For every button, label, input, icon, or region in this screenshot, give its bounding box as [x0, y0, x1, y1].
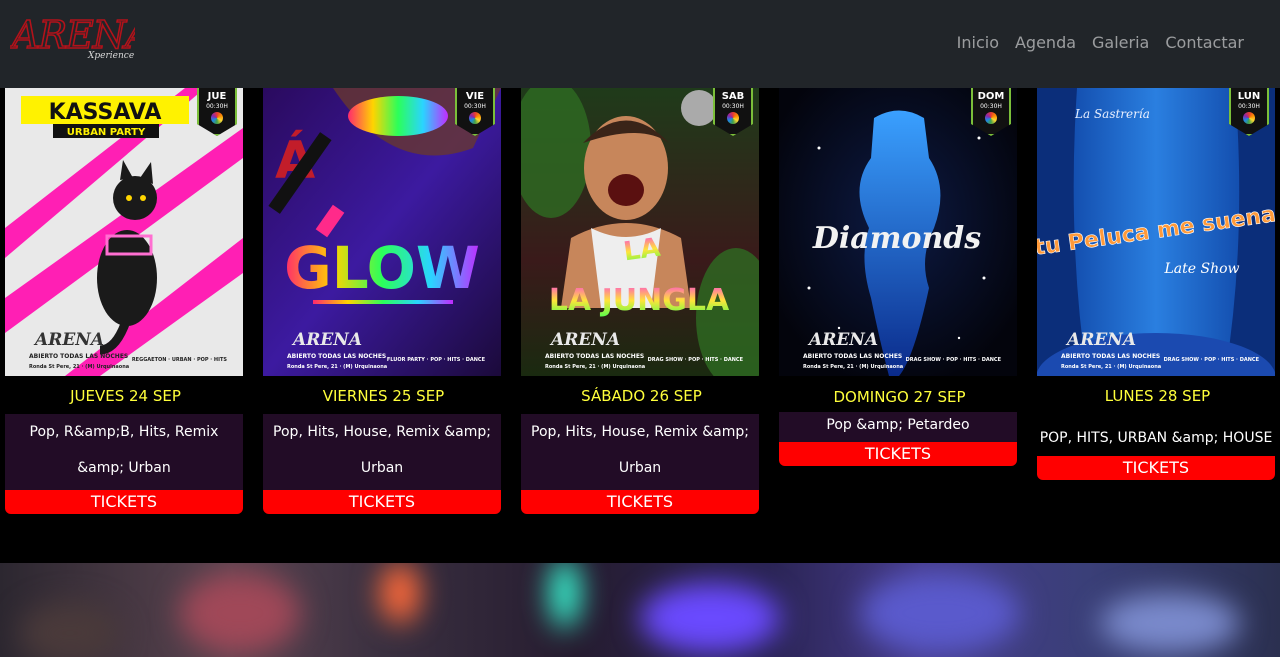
event-genres: Pop, R&amp;B, Hits, Remix &amp; Urban — [5, 414, 243, 490]
poster-title: LA JUNGLA — [549, 283, 730, 318]
day-badge-label: JUE — [207, 91, 227, 102]
poster-subtitle: URBAN PARTY — [67, 127, 146, 138]
tickets-button[interactable]: TICKETS — [5, 490, 243, 514]
event-poster[interactable]: Á GLOW VIE 00:30H ARENA ABIERTO TODAS LA… — [263, 88, 501, 376]
nav-agenda[interactable]: Agenda — [1015, 33, 1076, 53]
day-badge-hour: 00:30H — [464, 103, 486, 110]
poster-title: GLOW — [284, 234, 480, 302]
event-date: VIERNES 25 SEP — [266, 378, 501, 414]
poster-address: Ronda St Pere, 21 · (M) Urquinaona — [545, 364, 646, 370]
poster-tag: DRAG SHOW · POP · HITS · DANCE — [1163, 357, 1259, 363]
pride-icon — [985, 112, 997, 124]
poster-abierto: ABIERTO TODAS LAS NOCHES — [803, 353, 903, 360]
poster-abierto: ABIERTO TODAS LAS NOCHES — [287, 353, 387, 360]
day-badge-label: VIE — [465, 91, 485, 102]
tickets-button[interactable]: TICKETS — [263, 490, 501, 514]
main-nav: Inicio Agenda Galeria Contactar — [957, 33, 1244, 53]
event-date: LUNES 28 SEP — [1040, 378, 1275, 414]
top-navbar: ARENA Xperience Inicio Agenda Galeria Co… — [0, 0, 1280, 88]
poster-brand-top: La Sastrería — [1074, 107, 1150, 121]
day-badge-label: LUN — [1237, 91, 1261, 102]
event-genres: POP, HITS, URBAN &amp; HOUSE — [1037, 414, 1275, 456]
poster-title: Diamonds — [812, 221, 981, 256]
svg-text:LA: LA — [622, 233, 663, 268]
poster-address: Ronda St Pere, 21 · (M) Urquinaona — [1061, 364, 1162, 370]
day-badge-hour: 00:30H — [980, 103, 1002, 110]
event-poster[interactable]: KASSAVA URBAN PARTY JUE 00:30H ARENA ABI… — [5, 88, 243, 376]
day-badge-hour: 00:30H — [1238, 103, 1260, 110]
event-date: SÁBADO 26 SEP — [524, 378, 759, 414]
poster-address: Ronda St Pere, 21 · (M) Urquinaona — [803, 364, 904, 370]
poster-brand: ARENA — [293, 330, 363, 350]
event-genres: Pop, Hits, House, Remix &amp; Urban — [521, 414, 759, 490]
day-badge-hour: 00:30H — [206, 103, 228, 110]
poster-abierto: ABIERTO TODAS LAS NOCHES — [29, 353, 129, 360]
tickets-button[interactable]: TICKETS — [779, 442, 1017, 466]
poster-tag: REGGAETON · URBAN · POP · HITS — [131, 357, 227, 363]
day-badge-hour: 00:30H — [722, 103, 744, 110]
logo-subtext: Xperience — [87, 51, 134, 61]
poster-address: Ronda St Pere, 21 · (M) Urquinaona — [29, 364, 130, 370]
tickets-button[interactable]: TICKETS — [1037, 456, 1275, 480]
pride-icon — [727, 112, 739, 124]
club-photo-banner — [0, 563, 1280, 657]
nav-contactar[interactable]: Contactar — [1165, 33, 1244, 53]
tickets-button[interactable]: TICKETS — [521, 490, 759, 514]
nav-inicio[interactable]: Inicio — [957, 33, 999, 53]
nav-galeria[interactable]: Galeria — [1092, 33, 1149, 53]
poster-brand: ARENA — [35, 330, 105, 350]
poster-address: Ronda St Pere, 21 · (M) Urquinaona — [287, 364, 388, 370]
day-badge-label: DOM — [977, 91, 1005, 102]
event-poster[interactable]: La Sastrería tu Peluca me suena Late Sho… — [1037, 88, 1275, 376]
event-date: JUEVES 24 SEP — [8, 378, 243, 414]
arena-logo[interactable]: ARENA Xperience — [8, 6, 153, 64]
event-date: DOMINGO 27 SEP — [782, 378, 1017, 412]
event-poster[interactable]: Diamonds DOM 00:30H ARENA ABIERTO TODAS … — [779, 88, 1017, 376]
event-poster[interactable]: LA LA JUNGLA SAB 00:30H ARENA ABIERTO TO… — [521, 88, 759, 376]
poster-brand: ARENA — [1067, 330, 1137, 350]
pride-icon — [469, 112, 481, 124]
poster-abierto: ABIERTO TODAS LAS NOCHES — [545, 353, 645, 360]
poster-subtitle: Late Show — [1163, 261, 1239, 277]
poster-tag: DRAG SHOW · POP · HITS · DANCE — [905, 357, 1001, 363]
poster-tag: FLUOR PARTY · POP · HITS · DANCE — [386, 357, 485, 363]
pride-icon — [1243, 112, 1255, 124]
event-genres: Pop, Hits, House, Remix &amp; Urban — [263, 414, 501, 490]
day-badge-label: SAB — [721, 91, 745, 102]
poster-tag: DRAG SHOW · POP · HITS · DANCE — [647, 357, 743, 363]
poster-title: KASSAVA — [49, 100, 162, 125]
poster-brand: ARENA — [809, 330, 879, 350]
poster-abierto: ABIERTO TODAS LAS NOCHES — [1061, 353, 1161, 360]
pride-icon — [211, 112, 223, 124]
poster-brand: ARENA — [551, 330, 621, 350]
event-genres: Pop &amp; Petardeo — [779, 412, 1017, 442]
